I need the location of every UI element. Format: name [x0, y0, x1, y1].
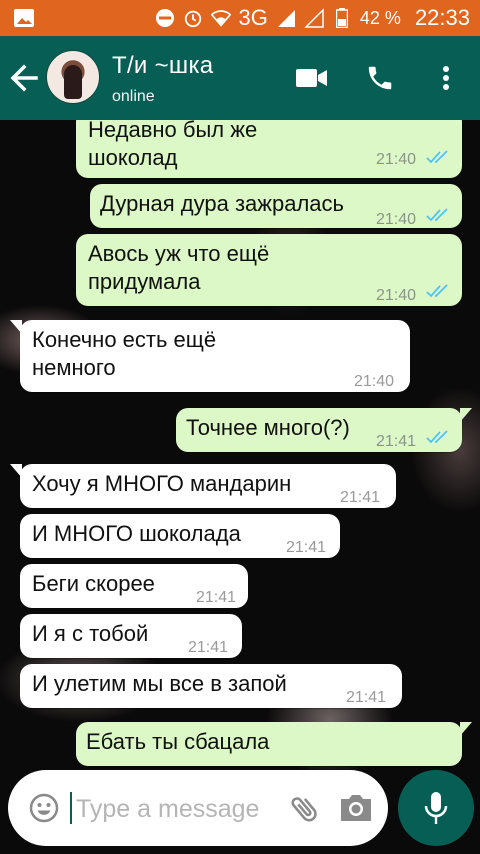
message-input[interactable]: [74, 790, 278, 828]
alarm-icon: [183, 8, 203, 28]
gallery-icon: [12, 6, 36, 35]
message-bubble[interactable]: И улетим мы все в запой 21:41: [20, 664, 402, 708]
back-arrow-icon[interactable]: [8, 58, 44, 98]
battery-icon: [332, 8, 352, 28]
dnd-icon: [155, 8, 175, 28]
message-text: шоколад: [88, 145, 178, 170]
message-text: немного: [32, 355, 116, 380]
avatar[interactable]: [46, 50, 100, 104]
message-time: 21:41: [376, 433, 417, 450]
message-text: Конечно есть ещё: [32, 327, 217, 352]
message-time: 21:41: [188, 639, 229, 656]
chat-area[interactable]: Недавно был же шоколад 21:40 Дурная дура …: [0, 120, 480, 854]
attach-icon[interactable]: [288, 792, 322, 826]
message-text: Ебать ты сбацала: [86, 729, 270, 754]
message-time: 21:41: [286, 539, 327, 556]
message-time: 21:40: [376, 211, 417, 228]
read-ticks-icon: [426, 284, 448, 298]
message-bubble[interactable]: Конечно есть ещё немного 21:40: [10, 320, 410, 392]
message-text: И улетим мы все в запой: [32, 671, 287, 696]
network-type: 3G: [238, 5, 268, 30]
text-cursor: [70, 792, 72, 824]
message-time: 21:41: [346, 689, 387, 706]
read-ticks-icon: [426, 150, 448, 164]
battery-percent: 42 %: [359, 7, 401, 28]
voice-call-icon[interactable]: [362, 62, 398, 94]
status-bar: 3G 42 % 22:33: [0, 0, 480, 36]
message-bubble[interactable]: Точнее много(?) 21:41: [176, 408, 472, 452]
message-bubble[interactable]: Беги скорее 21:41: [20, 564, 248, 608]
message-text: Дурная дура зажралась: [100, 191, 344, 216]
message-bubble[interactable]: И я с тобой 21:41: [20, 614, 242, 658]
video-call-icon[interactable]: [294, 62, 330, 94]
clock: 22:33: [414, 5, 470, 30]
message-text: И МНОГО шоколада: [32, 521, 241, 546]
message-bubble[interactable]: И МНОГО шоколада 21:41: [20, 514, 340, 558]
message-text: Авось уж что ещё: [88, 241, 270, 266]
message-bubble[interactable]: Ебать ты сбацала: [76, 722, 472, 766]
camera-icon[interactable]: [338, 792, 374, 826]
message-text: Беги скорее: [32, 571, 155, 596]
message-text: Недавно был же: [88, 120, 258, 142]
message-text: Точнее много(?): [186, 415, 350, 440]
message-bubble[interactable]: Авось уж что ещё придумала 21:40: [76, 234, 462, 306]
message-composer: [8, 770, 388, 846]
mic-button[interactable]: [398, 770, 474, 846]
more-options-icon[interactable]: [428, 62, 464, 94]
microphone-icon: [424, 792, 448, 824]
signal-icon: [276, 8, 296, 28]
message-text: придумала: [88, 269, 201, 294]
read-ticks-icon: [426, 208, 448, 222]
signal-empty-icon: [304, 8, 324, 28]
message-time: 21:40: [354, 373, 395, 390]
message-text: Хочу я МНОГО мандарин: [32, 471, 292, 496]
wifi-icon: [210, 8, 231, 28]
message-text: И я с тобой: [32, 621, 149, 646]
message-time: 21:41: [196, 589, 237, 606]
message-bubble[interactable]: Дурная дура зажралась 21:40: [90, 184, 462, 228]
read-ticks-icon: [426, 430, 448, 444]
message-time: 21:40: [376, 151, 417, 168]
message-time: 21:41: [340, 489, 381, 506]
chat-header: Т/и ~шка online: [0, 36, 480, 120]
contact-status: online: [112, 88, 155, 105]
message-bubble[interactable]: Недавно был же шоколад 21:40: [76, 120, 462, 178]
message-time: 21:40: [376, 287, 417, 304]
emoji-icon[interactable]: [28, 792, 60, 824]
contact-name[interactable]: Т/и ~шка: [112, 52, 213, 80]
message-bubble[interactable]: Хочу я МНОГО мандарин 21:41: [10, 464, 396, 508]
